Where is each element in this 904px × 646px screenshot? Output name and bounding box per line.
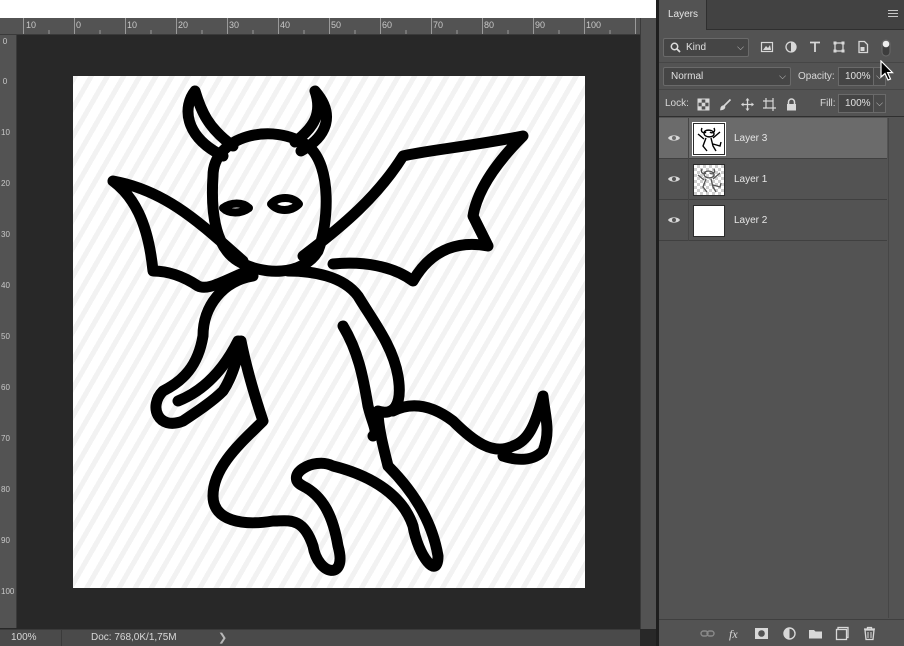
new-group-icon[interactable]	[808, 626, 823, 641]
fill-label: Fill:	[820, 98, 836, 109]
smart-object-filter-icon[interactable]	[856, 40, 870, 54]
layer-filter-row: Kind ⌵	[659, 31, 904, 62]
canvas-vertical-scrollbar[interactable]	[640, 18, 656, 629]
panel-menu-icon[interactable]	[888, 10, 898, 19]
devil-thumbnail-icon	[697, 168, 722, 193]
layer-row-layer-2[interactable]: Layer 2	[659, 200, 887, 241]
layer-thumbnail[interactable]	[693, 164, 725, 196]
blend-mode-select[interactable]: Normal ⌵	[663, 67, 791, 86]
opacity-input[interactable]: 100%	[838, 67, 874, 86]
lock-artboard-icon[interactable]	[763, 98, 776, 111]
ruler-number: 50	[1, 332, 10, 341]
lock-image-icon[interactable]	[719, 98, 732, 111]
layers-list: Layer 3 Layer 1 Layer 2	[659, 118, 904, 618]
filter-kind-label: Kind	[686, 42, 707, 53]
ruler-number: 20	[1, 179, 10, 188]
devil-thumbnail-icon	[697, 127, 722, 152]
devil-right-wing	[297, 130, 529, 287]
search-icon	[670, 42, 681, 53]
devil-left-eye	[219, 199, 253, 217]
link-layers-icon[interactable]	[700, 626, 715, 641]
status-bar: 100% Doc: 768,0K/1,75M ❯	[0, 629, 640, 646]
new-layer-icon[interactable]	[835, 626, 850, 641]
layers-tab[interactable]: Layers	[659, 0, 707, 30]
devil-tail	[387, 390, 553, 465]
blend-row: Normal ⌵ Opacity: 100% ⌵	[659, 62, 904, 89]
ruler-number: 100	[1, 587, 15, 596]
devil-right-arm	[337, 320, 381, 442]
ruler-number: 90	[1, 536, 10, 545]
filter-toggle-icon[interactable]	[881, 39, 891, 57]
svg-text:fx: fx	[729, 627, 738, 641]
ruler-number: 0	[2, 77, 8, 86]
fill-input[interactable]: 100%	[838, 94, 874, 113]
lock-label: Lock:	[665, 98, 689, 109]
devil-right-eye	[267, 194, 303, 214]
visibility-eye-icon[interactable]	[667, 173, 681, 185]
add-mask-icon[interactable]	[754, 626, 769, 641]
eye-separator	[688, 159, 689, 200]
type-filter-icon[interactable]	[808, 40, 822, 54]
lock-position-icon[interactable]	[741, 98, 754, 111]
devil-left-wing	[107, 175, 254, 293]
mouse-cursor-icon	[880, 60, 894, 81]
lock-transparent-icon[interactable]	[697, 98, 710, 111]
layer-name[interactable]: Layer 2	[734, 200, 767, 241]
shape-filter-icon[interactable]	[832, 40, 846, 54]
ruler-ticks	[23, 18, 636, 34]
visibility-eye-icon[interactable]	[667, 132, 681, 144]
blend-mode-value: Normal	[671, 71, 704, 82]
filter-kind-select[interactable]: Kind ⌵	[663, 38, 749, 57]
vertical-ruler[interactable]: 0 0 10 20 30 40 50 60 70 80 90 100	[0, 35, 17, 628]
lock-all-icon[interactable]	[785, 98, 798, 111]
zoom-level[interactable]: 100%	[0, 630, 62, 646]
horizontal-ruler[interactable]: 10 0 10 20 30 40 50 60 70 80 90 100	[0, 18, 640, 35]
fill-chevron-icon[interactable]: ⌵	[873, 94, 886, 113]
ruler-number: 80	[1, 485, 10, 494]
adjustment-layer-icon[interactable]	[782, 626, 797, 641]
eye-separator	[688, 118, 689, 159]
ruler-number: 10	[1, 128, 10, 137]
layers-footer: fx	[659, 619, 904, 646]
layer-row-layer-1[interactable]: Layer 1	[659, 159, 887, 200]
devil-body	[150, 265, 444, 576]
layer-name[interactable]: Layer 3	[734, 118, 767, 159]
layers-scrollbar[interactable]	[888, 118, 904, 618]
eye-separator	[688, 200, 689, 241]
photoshop-window: 10 0 10 20 30 40 50 60 70 80 90 100 0 0 …	[0, 0, 904, 646]
status-info-arrow[interactable]: ❯	[218, 630, 227, 646]
ruler-number: 60	[1, 383, 10, 392]
ruler-number: 40	[1, 281, 10, 290]
delete-layer-icon[interactable]	[862, 626, 877, 641]
visibility-eye-icon[interactable]	[667, 214, 681, 226]
ruler-number: 0	[2, 37, 8, 46]
fx-icon[interactable]: fx	[728, 626, 743, 641]
layer-thumbnail[interactable]	[692, 122, 726, 156]
chevron-down-icon: ⌵	[737, 42, 744, 52]
layer-name[interactable]: Layer 1	[734, 159, 767, 200]
image-filter-icon[interactable]	[760, 40, 774, 54]
layer-row-layer-3[interactable]: Layer 3	[659, 118, 887, 159]
ruler-number: 70	[1, 434, 10, 443]
adjustment-filter-icon[interactable]	[784, 40, 798, 54]
lock-row: Lock: Fill: 100% ⌵	[659, 89, 904, 117]
layer-thumbnail[interactable]	[693, 205, 725, 237]
panel-header: Layers	[659, 0, 904, 30]
chevron-down-icon: ⌵	[779, 71, 786, 81]
document-canvas[interactable]	[73, 76, 585, 588]
opacity-label: Opacity:	[798, 71, 835, 82]
devil-drawing	[107, 85, 553, 576]
document-info: Doc: 768,0K/1,75M	[91, 632, 177, 643]
ruler-number: 30	[1, 230, 10, 239]
layers-panel: Layers Kind ⌵ Normal ⌵ Opacity: 100% ⌵ L…	[659, 0, 904, 646]
